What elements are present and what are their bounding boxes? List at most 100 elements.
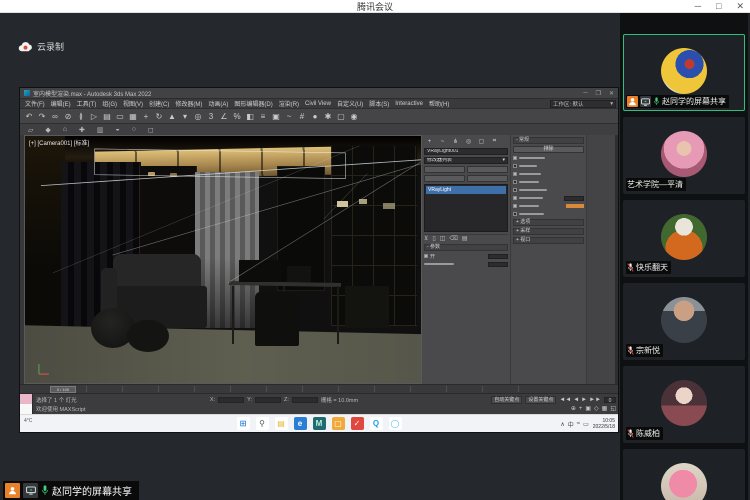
menu-item[interactable]: 编辑(E): [48, 99, 74, 108]
motion-tab-icon[interactable]: ◎: [463, 138, 474, 145]
timeline-slider[interactable]: 0 / 100: [50, 386, 76, 393]
menu-item[interactable]: Civil View: [302, 101, 334, 107]
value-spinner[interactable]: [488, 262, 508, 267]
select-and-link-icon[interactable]: ∞: [49, 112, 61, 121]
maximize-viewport-icon[interactable]: ◱: [610, 405, 616, 412]
scale-icon[interactable]: ▲: [166, 112, 178, 121]
object-paint-ribbon-icon[interactable]: ✚: [79, 126, 85, 134]
pivot-icon[interactable]: ◎: [192, 112, 204, 121]
utilities-tab-icon[interactable]: ⌗: [489, 138, 500, 145]
participant-tile[interactable]: 平兰溪: [623, 449, 745, 500]
crossing-select-icon[interactable]: ▦: [127, 112, 139, 121]
menu-item[interactable]: 视图(V): [120, 99, 146, 108]
y-coordinate-field[interactable]: [255, 397, 281, 403]
screen-share-banner[interactable]: 赵同学的屏幕共享: [3, 481, 139, 500]
select-by-name-icon[interactable]: ▤: [101, 112, 113, 121]
populate-ribbon-icon[interactable]: ▥: [97, 126, 104, 134]
render-icon[interactable]: ◉: [348, 112, 360, 121]
battery-icon[interactable]: ▭: [583, 421, 589, 428]
menu-item[interactable]: 渲染(R): [276, 99, 302, 108]
max-minimize-button[interactable]: ─: [583, 90, 587, 97]
menu-item[interactable]: 脚本(S): [366, 99, 392, 108]
zoom-icon[interactable]: ⊕: [571, 405, 576, 412]
schematic-view-icon[interactable]: #: [296, 112, 308, 121]
bind-spacewarp-icon[interactable]: ≬: [75, 112, 87, 121]
percent-snap-icon[interactable]: %: [231, 112, 243, 121]
menu-item[interactable]: 动画(A): [205, 99, 231, 108]
make-unique-icon[interactable]: ◫: [440, 235, 446, 242]
checkbox[interactable]: [513, 156, 517, 160]
browser-app-icon[interactable]: ◯: [389, 417, 402, 430]
maxscript-mini-listener[interactable]: [20, 394, 33, 414]
align-icon[interactable]: ≡: [257, 112, 269, 121]
tray-expand-icon[interactable]: ∧: [560, 421, 564, 428]
configure-icon[interactable]: ▤: [462, 235, 468, 242]
select-object-icon[interactable]: ▷: [88, 112, 100, 121]
max-app-icon[interactable]: M: [313, 417, 326, 430]
menu-item[interactable]: 工具(T): [74, 99, 100, 108]
auto-key-button[interactable]: 自动关键点: [491, 396, 522, 404]
panel-scrollbar[interactable]: [615, 135, 618, 384]
participant-tile[interactable]: 赵同学的屏幕共享: [623, 34, 745, 111]
checkbox[interactable]: [513, 196, 517, 200]
create-tab-icon[interactable]: +: [424, 139, 435, 145]
checkbox[interactable]: [513, 180, 517, 184]
max-close-button[interactable]: ✕: [609, 90, 614, 97]
timeline[interactable]: 0 / 100: [20, 384, 618, 393]
modify-tab-icon[interactable]: ~: [437, 139, 448, 145]
redo-icon[interactable]: ↷: [36, 112, 48, 121]
workspace-selector[interactable]: 工作区: 默认 ▾: [550, 100, 616, 108]
zoom-all-icon[interactable]: +: [579, 406, 583, 412]
start-icon[interactable]: ⊞: [237, 417, 250, 430]
mirror-icon[interactable]: ◧: [244, 112, 256, 121]
participant-tile[interactable]: 宗新悦: [623, 283, 745, 360]
participant-tile[interactable]: 艺术学院—平清: [623, 117, 745, 194]
grids-ribbon-icon[interactable]: ◒: [116, 126, 120, 133]
rollout-general[interactable]: - 常规: [513, 137, 584, 144]
pin-stack-icon[interactable]: ⊻: [424, 235, 428, 242]
checkbox[interactable]: [513, 164, 517, 168]
modeling-ribbon-icon[interactable]: ▱: [28, 126, 33, 134]
panel-button[interactable]: [467, 175, 508, 182]
checkbox[interactable]: [513, 204, 517, 208]
security-app-icon[interactable]: ✓: [351, 417, 364, 430]
exclude-button[interactable]: 排除: [513, 146, 584, 153]
taskbar-weather[interactable]: 4°C: [24, 418, 32, 424]
render-setup-icon[interactable]: ✱: [322, 112, 334, 121]
close-button[interactable]: ✕: [736, 0, 744, 13]
curve-editor-icon[interactable]: ~: [283, 112, 295, 121]
menu-item[interactable]: 自定义(U): [334, 99, 366, 108]
go-to-start-icon[interactable]: ◄◄: [559, 397, 571, 403]
set-key-button[interactable]: 设置关键点: [525, 396, 556, 404]
freeform-ribbon-icon[interactable]: ◆: [45, 126, 50, 134]
z-coordinate-field[interactable]: [292, 397, 318, 403]
search-icon[interactable]: ⚲: [256, 417, 269, 430]
go-to-end-icon[interactable]: ►►: [589, 397, 601, 403]
modifier-list-dropdown[interactable]: 修改器列表 ▾: [424, 157, 508, 164]
panel-button[interactable]: [467, 166, 508, 173]
render-frame-icon[interactable]: ▢: [335, 112, 347, 121]
collapsed-rollout[interactable]: + 选项: [513, 219, 584, 226]
checkbox[interactable]: [513, 172, 517, 176]
minimize-button[interactable]: ─: [695, 0, 701, 13]
menu-item[interactable]: 文件(F): [22, 99, 48, 108]
maximize-button[interactable]: □: [716, 0, 721, 13]
display-tab-icon[interactable]: ▢: [476, 138, 487, 145]
menu-item[interactable]: 帮助(H): [426, 99, 452, 108]
play-icon[interactable]: ►: [581, 397, 587, 403]
folder-app-icon[interactable]: ▢: [332, 417, 345, 430]
stack-selected-item[interactable]: VRayLight: [426, 186, 506, 194]
display-ribbon-icon[interactable]: ◻: [148, 126, 154, 134]
checkbox[interactable]: [513, 212, 517, 216]
pivot-ribbon-icon[interactable]: ○: [132, 126, 136, 133]
undo-icon[interactable]: ↶: [23, 112, 35, 121]
collapsed-rollout[interactable]: + 采样: [513, 228, 584, 235]
participant-tile[interactable]: 陈威柏: [623, 366, 745, 443]
hierarchy-tab-icon[interactable]: ⋔: [450, 138, 461, 145]
previous-frame-icon[interactable]: ◄: [573, 397, 579, 403]
show-end-result-icon[interactable]: ▯: [432, 235, 435, 242]
x-coordinate-field[interactable]: [218, 397, 244, 403]
collapsed-rollout[interactable]: + 视口: [513, 237, 584, 244]
viewport-label[interactable]: [+] [Camera001] [标准]: [29, 138, 89, 147]
multiplier-spinner[interactable]: [564, 196, 584, 201]
